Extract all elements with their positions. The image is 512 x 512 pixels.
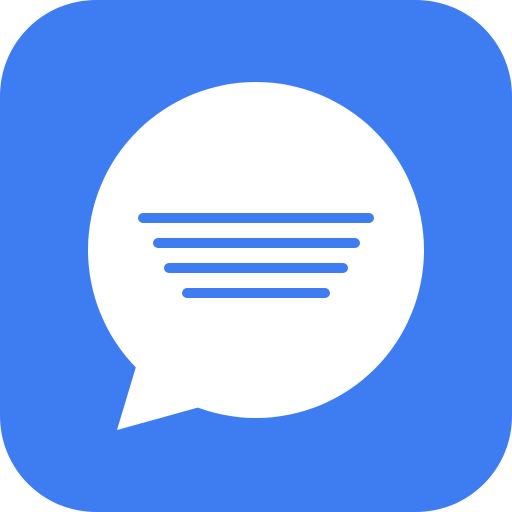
chat-app-icon[interactable]: [0, 0, 512, 512]
chat-bubble-icon: [0, 0, 512, 512]
